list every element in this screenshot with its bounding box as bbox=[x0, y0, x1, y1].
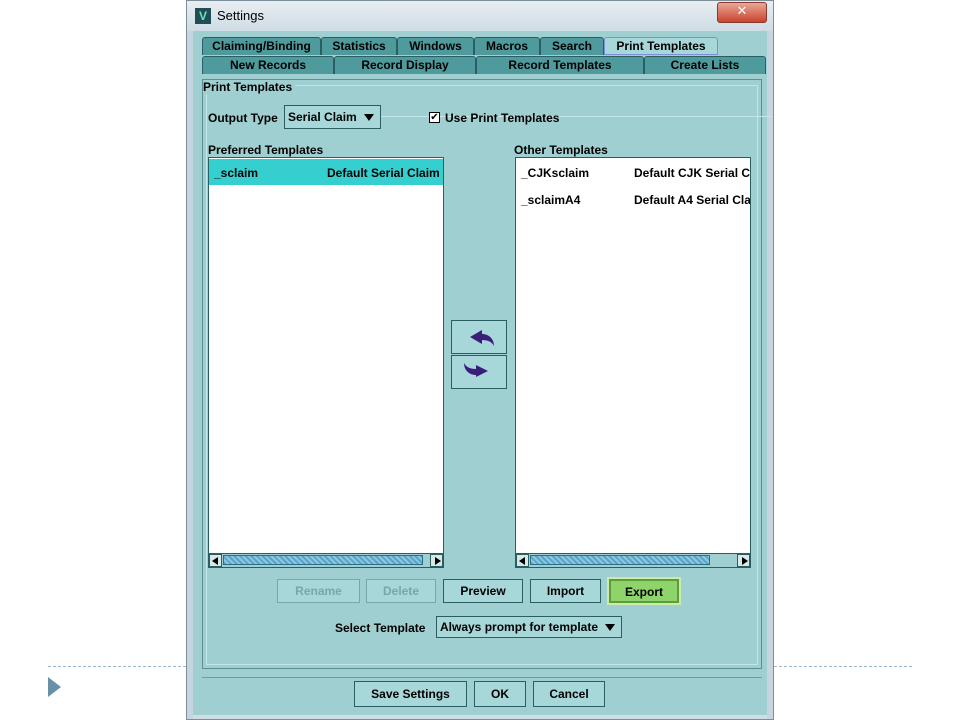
slide-bullet-icon bbox=[48, 677, 61, 697]
arrow-right-icon bbox=[435, 557, 441, 565]
template-name: _CJKsclaim bbox=[521, 166, 590, 180]
select-template-value: Always prompt for template bbox=[440, 620, 599, 634]
tab-claiming-binding[interactable]: Claiming/Binding bbox=[202, 37, 321, 55]
save-settings-button[interactable]: Save Settings bbox=[354, 681, 467, 707]
tab-record-display[interactable]: Record Display bbox=[334, 56, 476, 74]
horizontal-scrollbar[interactable] bbox=[209, 553, 443, 567]
close-button[interactable]: ✕ bbox=[717, 2, 767, 23]
preferred-templates-label: Preferred Templates bbox=[208, 143, 324, 157]
arrow-right-icon bbox=[742, 557, 748, 565]
tab-windows[interactable]: Windows bbox=[397, 37, 474, 55]
arrow-left-icon bbox=[519, 557, 525, 565]
select-template-dropdown[interactable]: Always prompt for template bbox=[436, 616, 622, 638]
horizontal-scrollbar[interactable] bbox=[516, 553, 750, 567]
window-frame-right bbox=[767, 31, 773, 719]
group-title: Print Templates bbox=[203, 80, 296, 94]
arrow-back-icon bbox=[470, 330, 494, 346]
title-bar: V Settings ✕ bbox=[187, 1, 773, 31]
list-item[interactable]: _CJKsclaim Default CJK Serial C bbox=[516, 159, 750, 185]
template-description: Default CJK Serial C bbox=[634, 166, 751, 180]
template-name: _sclaimA4 bbox=[521, 193, 581, 207]
scrollbar-thumb[interactable] bbox=[223, 555, 423, 565]
arrow-left-icon bbox=[212, 557, 218, 565]
cancel-button[interactable]: Cancel bbox=[533, 681, 605, 707]
scroll-left-button[interactable] bbox=[516, 554, 529, 567]
output-type-label: Output Type bbox=[208, 111, 278, 125]
chevron-down-icon bbox=[364, 114, 374, 121]
scroll-right-button[interactable] bbox=[737, 554, 750, 567]
tab-new-records[interactable]: New Records bbox=[202, 56, 334, 74]
rename-button[interactable]: Rename bbox=[277, 579, 360, 603]
tab-record-templates[interactable]: Record Templates bbox=[476, 56, 644, 74]
use-print-templates-label: Use Print Templates bbox=[445, 111, 560, 125]
export-button[interactable]: Export bbox=[609, 579, 679, 603]
settings-window: V Settings ✕ Claiming/Binding Statistics… bbox=[186, 0, 774, 720]
tab-macros[interactable]: Macros bbox=[474, 37, 540, 55]
ok-button[interactable]: OK bbox=[474, 681, 526, 707]
delete-button[interactable]: Delete bbox=[366, 579, 436, 603]
template-description: Default Serial Claim bbox=[327, 166, 440, 180]
move-to-preferred-button[interactable] bbox=[451, 320, 507, 354]
chevron-down-icon bbox=[605, 624, 615, 631]
move-to-other-button[interactable] bbox=[451, 355, 507, 389]
import-button[interactable]: Import bbox=[530, 579, 601, 603]
list-item[interactable]: _sclaimA4 Default A4 Serial Cla bbox=[516, 186, 750, 212]
dialog-content: Claiming/Binding Statistics Windows Macr… bbox=[193, 31, 773, 715]
scrollbar-thumb[interactable] bbox=[530, 555, 710, 565]
window-title: Settings bbox=[217, 8, 264, 23]
scroll-right-button[interactable] bbox=[430, 554, 443, 567]
other-templates-label: Other Templates bbox=[514, 143, 608, 157]
tab-create-lists[interactable]: Create Lists bbox=[644, 56, 766, 74]
scroll-left-button[interactable] bbox=[209, 554, 222, 567]
tab-print-templates[interactable]: Print Templates bbox=[604, 37, 718, 55]
tab-statistics[interactable]: Statistics bbox=[321, 37, 397, 55]
list-item[interactable]: _sclaim Default Serial Claim bbox=[209, 159, 443, 185]
template-name: _sclaim bbox=[214, 166, 259, 180]
other-templates-list[interactable]: _CJKsclaim Default CJK Serial C _sclaimA… bbox=[515, 157, 751, 568]
output-type-select[interactable]: Serial Claim bbox=[284, 105, 381, 129]
select-template-label: Select Template bbox=[335, 621, 426, 635]
preferred-templates-list[interactable]: _sclaim Default Serial Claim bbox=[208, 157, 444, 568]
template-description: Default A4 Serial Cla bbox=[634, 193, 751, 207]
tab-search[interactable]: Search bbox=[540, 37, 604, 55]
use-print-templates-checkbox[interactable]: ✔ bbox=[429, 112, 440, 123]
output-type-value: Serial Claim bbox=[288, 110, 357, 124]
app-logo-icon: V bbox=[195, 8, 211, 24]
preview-button[interactable]: Preview bbox=[443, 579, 523, 603]
arrow-forward-icon bbox=[464, 363, 488, 377]
